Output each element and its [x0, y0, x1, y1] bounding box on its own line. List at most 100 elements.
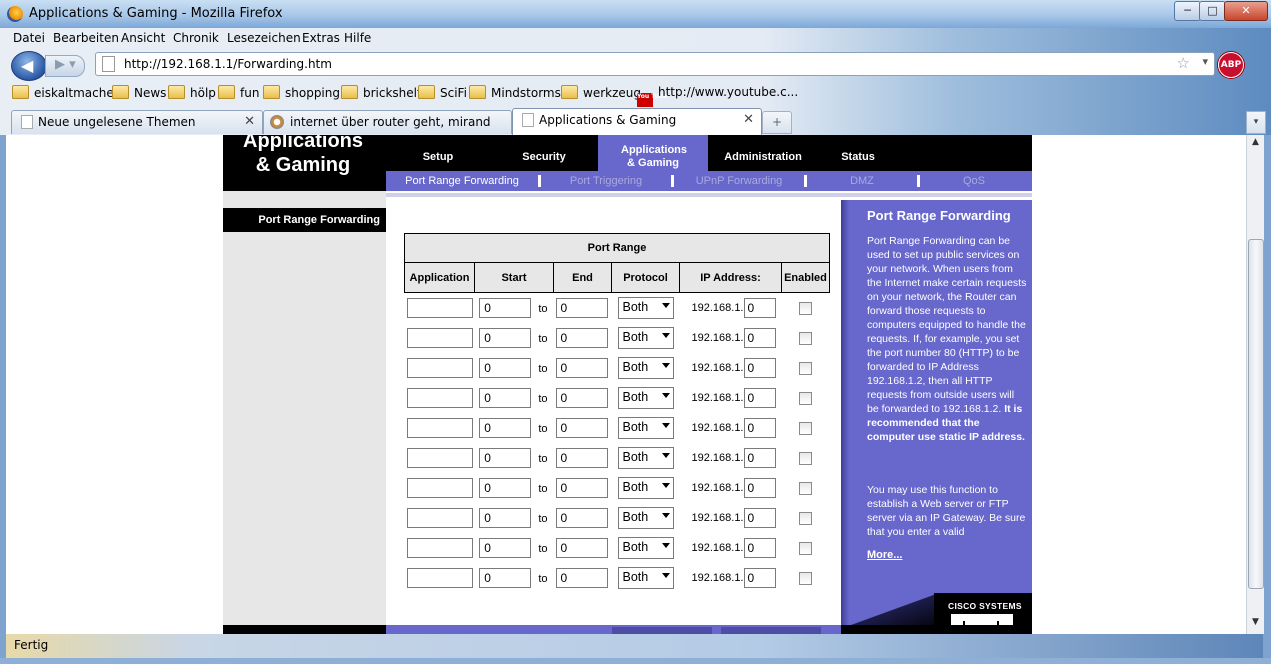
subnav-port-range-forwarding[interactable]: Port Range Forwarding: [386, 175, 538, 187]
enabled-checkbox[interactable]: [799, 511, 812, 525]
url-text[interactable]: http://192.168.1.1/Forwarding.htm: [124, 57, 332, 71]
scroll-up-icon[interactable]: ▲: [1247, 137, 1264, 151]
start-port-input[interactable]: [479, 538, 532, 558]
protocol-select[interactable]: Both: [617, 567, 674, 589]
application-input[interactable]: [406, 328, 473, 348]
bookmark-folder[interactable]: shopping: [263, 85, 340, 103]
subnav-upnp-forwarding[interactable]: UPnP Forwarding: [674, 175, 804, 187]
enabled-checkbox[interactable]: [799, 421, 812, 435]
window-title-bar[interactable]: Applications & Gaming - Mozilla Firefox …: [0, 0, 1271, 28]
menu-datei[interactable]: Datei: [13, 31, 45, 45]
bookmark-star-icon[interactable]: ☆: [1177, 54, 1190, 72]
ip-last-octet-input[interactable]: [743, 298, 776, 318]
protocol-select[interactable]: Both: [617, 297, 674, 319]
protocol-select[interactable]: Both: [617, 537, 674, 559]
start-port-input[interactable]: [479, 568, 532, 588]
end-port-input[interactable]: [555, 418, 608, 438]
protocol-select[interactable]: Both: [617, 447, 674, 469]
bookmark-folder[interactable]: brickshelf: [341, 85, 421, 103]
forward-button[interactable]: ▶ ▾: [45, 55, 85, 77]
protocol-select[interactable]: Both: [617, 357, 674, 379]
end-port-input[interactable]: [555, 328, 608, 348]
end-port-input[interactable]: [555, 568, 608, 588]
menu-extras[interactable]: Extras: [302, 31, 340, 45]
close-window-button[interactable]: ✕: [1224, 1, 1268, 21]
nav-tab-setup[interactable]: Setup: [386, 135, 490, 171]
ip-last-octet-input[interactable]: [743, 328, 776, 348]
url-dropdown-icon[interactable]: ▾: [1202, 55, 1208, 68]
scroll-thumb[interactable]: [1248, 239, 1264, 589]
ip-last-octet-input[interactable]: [743, 568, 776, 588]
start-port-input[interactable]: [479, 508, 532, 528]
end-port-input[interactable]: [555, 478, 608, 498]
help-more-link[interactable]: More...: [867, 549, 902, 561]
protocol-select[interactable]: Both: [617, 507, 674, 529]
end-port-input[interactable]: [555, 508, 608, 528]
enabled-checkbox[interactable]: [799, 301, 812, 315]
application-input[interactable]: [406, 358, 473, 378]
application-input[interactable]: [406, 448, 473, 468]
cancel-changes-button[interactable]: [721, 627, 821, 634]
new-tab-button[interactable]: +: [762, 111, 792, 134]
ip-last-octet-input[interactable]: [743, 388, 776, 408]
bookmark-folder[interactable]: fun: [218, 85, 259, 103]
application-input[interactable]: [406, 298, 473, 318]
start-port-input[interactable]: [479, 388, 532, 408]
tab-applications-gaming[interactable]: Applications & Gaming ✕: [512, 108, 762, 135]
application-input[interactable]: [406, 568, 473, 588]
minimize-button[interactable]: ─: [1174, 1, 1201, 21]
enabled-checkbox[interactable]: [799, 391, 812, 405]
protocol-select[interactable]: Both: [617, 477, 674, 499]
enabled-checkbox[interactable]: [799, 571, 812, 585]
url-bar[interactable]: http://192.168.1.1/Forwarding.htm ☆ ▾: [95, 52, 1215, 76]
adblock-button[interactable]: ABP: [1218, 52, 1244, 78]
ip-last-octet-input[interactable]: [743, 418, 776, 438]
close-tab-icon[interactable]: ✕: [743, 112, 754, 127]
application-input[interactable]: [406, 418, 473, 438]
subnav-dmz[interactable]: DMZ: [807, 175, 917, 187]
start-port-input[interactable]: [479, 328, 532, 348]
menu-lesezeichen[interactable]: Lesezeichen: [227, 31, 301, 45]
end-port-input[interactable]: [555, 298, 608, 318]
subnav-qos[interactable]: QoS: [920, 175, 1028, 187]
protocol-select[interactable]: Both: [617, 387, 674, 409]
protocol-select[interactable]: Both: [617, 327, 674, 349]
enabled-checkbox[interactable]: [799, 331, 812, 345]
enabled-checkbox[interactable]: [799, 361, 812, 375]
back-button[interactable]: ◀: [11, 51, 47, 81]
end-port-input[interactable]: [555, 448, 608, 468]
menu-bearbeiten[interactable]: Bearbeiten: [53, 31, 119, 45]
end-port-input[interactable]: [555, 388, 608, 408]
ip-last-octet-input[interactable]: [743, 508, 776, 528]
close-tab-icon[interactable]: ✕: [244, 114, 255, 129]
start-port-input[interactable]: [479, 358, 532, 378]
menu-ansicht[interactable]: Ansicht: [121, 31, 165, 45]
ip-last-octet-input[interactable]: [743, 448, 776, 468]
tab-router-forum[interactable]: internet über router geht, miranda a...: [263, 110, 512, 134]
vertical-scrollbar[interactable]: ▲ ▼: [1246, 135, 1264, 634]
bookmark-folder[interactable]: SciFi: [418, 85, 467, 103]
start-port-input[interactable]: [479, 478, 532, 498]
protocol-select[interactable]: Both: [617, 417, 674, 439]
ip-last-octet-input[interactable]: [743, 358, 776, 378]
application-input[interactable]: [406, 538, 473, 558]
bookmark-folder[interactable]: werkzeug: [561, 85, 641, 103]
save-settings-button[interactable]: [612, 627, 712, 634]
application-input[interactable]: [406, 478, 473, 498]
bookmark-folder[interactable]: hölp: [168, 85, 216, 103]
bookmark-link[interactable]: You Tubehttp://www.youtube.c...: [637, 85, 798, 107]
enabled-checkbox[interactable]: [799, 451, 812, 465]
application-input[interactable]: [406, 508, 473, 528]
start-port-input[interactable]: [479, 298, 532, 318]
ip-last-octet-input[interactable]: [743, 538, 776, 558]
bookmark-folder[interactable]: Mindstorms: [469, 85, 561, 103]
end-port-input[interactable]: [555, 538, 608, 558]
menu-chronik[interactable]: Chronik: [173, 31, 219, 45]
start-port-input[interactable]: [479, 448, 532, 468]
scroll-down-icon[interactable]: ▼: [1247, 617, 1264, 631]
subnav-port-triggering[interactable]: Port Triggering: [541, 175, 671, 187]
application-input[interactable]: [406, 388, 473, 408]
enabled-checkbox[interactable]: [799, 541, 812, 555]
nav-tab-administration[interactable]: Administration: [708, 135, 818, 171]
tab-list-button[interactable]: ▾: [1246, 111, 1266, 134]
